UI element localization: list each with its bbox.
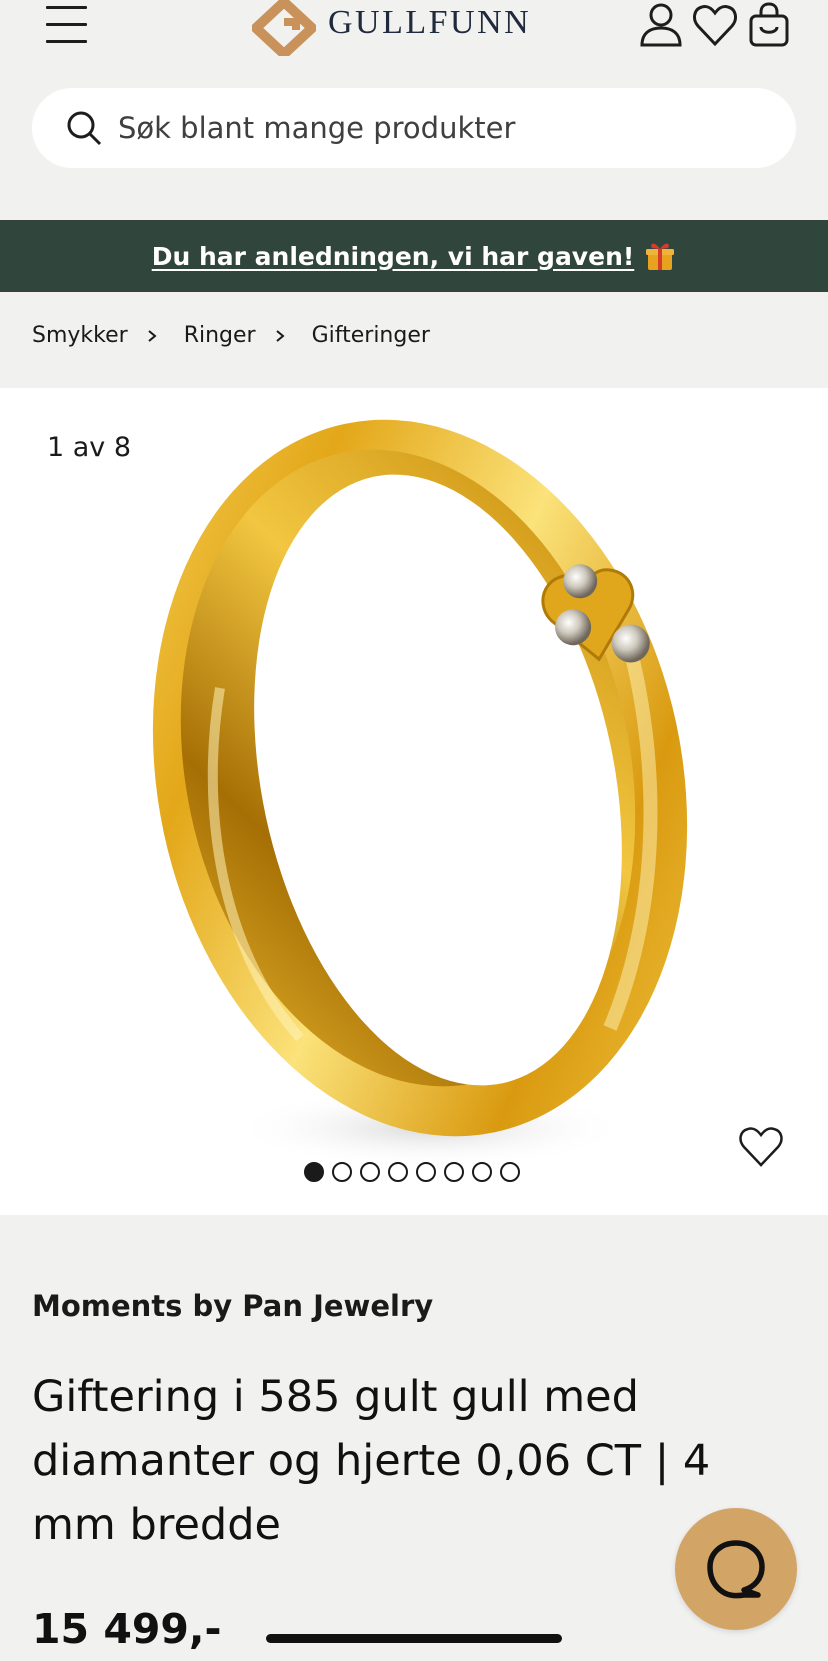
breadcrumb-item-ringer[interactable]: Ringer <box>184 323 256 348</box>
gallery-dot-1[interactable] <box>304 1162 324 1182</box>
search-input[interactable] <box>118 111 738 145</box>
product-price: 15 499,- <box>32 1605 222 1653</box>
promo-link[interactable]: Du har anledningen, vi har gaven! <box>152 242 635 271</box>
menu-icon[interactable] <box>44 2 92 46</box>
gift-icon <box>646 243 675 270</box>
breadcrumb-item-gifteringer[interactable]: Gifteringer <box>312 323 430 348</box>
user-icon[interactable] <box>638 2 684 48</box>
product-image[interactable] <box>0 388 828 1215</box>
logo-mark-icon <box>252 0 316 56</box>
gallery-dot-7[interactable] <box>472 1162 492 1182</box>
home-indicator <box>266 1634 562 1643</box>
promo-banner: Du har anledningen, vi har gaven! <box>0 220 828 292</box>
gallery-dot-3[interactable] <box>360 1162 380 1182</box>
gallery-pagination <box>304 1162 520 1182</box>
image-counter: 1 av 8 <box>47 432 132 463</box>
product-brand[interactable]: Moments by Pan Jewelry <box>32 1289 433 1323</box>
heart-icon[interactable] <box>692 2 738 48</box>
gallery-dot-6[interactable] <box>444 1162 464 1182</box>
search-icon <box>67 111 102 146</box>
chat-bubble-icon <box>707 1540 765 1599</box>
shopping-bag-icon[interactable] <box>746 2 792 48</box>
breadcrumb-item-smykker[interactable]: Smykker <box>32 323 128 348</box>
chat-button[interactable] <box>675 1508 797 1630</box>
search-bar[interactable] <box>32 88 796 168</box>
product-gallery[interactable]: 1 av 8 <box>0 388 828 1215</box>
gallery-dot-2[interactable] <box>332 1162 352 1182</box>
gallery-dot-4[interactable] <box>388 1162 408 1182</box>
add-to-wishlist-heart-icon[interactable] <box>738 1126 786 1170</box>
logo-text: GULLFUNN <box>328 4 532 41</box>
logo[interactable]: GULLFUNN <box>252 0 531 56</box>
site-header: GULLFUNN <box>0 0 828 75</box>
chevron-right-icon <box>148 329 157 342</box>
product-title: Giftering i 585 gult gull med diamanter … <box>32 1372 711 1550</box>
gallery-dot-8[interactable] <box>500 1162 520 1182</box>
breadcrumb: Smykker Ringer Gifteringer <box>32 323 430 348</box>
gallery-dot-5[interactable] <box>416 1162 436 1182</box>
chevron-right-icon <box>275 329 285 342</box>
